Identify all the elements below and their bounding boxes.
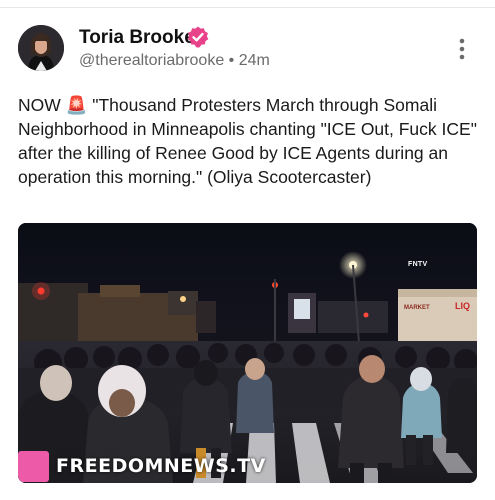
store-sign: MARKET	[404, 305, 430, 311]
author-avatar[interactable]	[18, 25, 64, 71]
liquor-sign: LIQ	[455, 301, 470, 311]
more-vertical-icon[interactable]	[451, 36, 473, 62]
watermark-logo-square	[18, 450, 49, 482]
watermark-bottom: FREEDOMNEWS.TV	[18, 449, 266, 483]
watermark-top: FNTV	[408, 261, 428, 268]
avatar-portrait	[18, 25, 64, 71]
author-handle[interactable]: @therealtoriabrooke	[79, 52, 224, 69]
author-handle-line: @therealtoriabrooke • 24m	[79, 52, 270, 70]
post-time[interactable]: 24m	[239, 52, 270, 69]
post-media-image[interactable]: LIQ MARKET FNTV FREEDOMNEWS.TV	[18, 223, 477, 483]
verified-badge-icon	[187, 26, 209, 48]
author-name[interactable]: Toria Brooke	[79, 27, 195, 49]
watermark-bottom-text: FREEDOMNEWS.TV	[56, 455, 266, 477]
post-card: Toria Brooke @therealtoriabrooke • 24m N…	[0, 0, 495, 500]
post-body-text: NOW 🚨 "Thousand Protesters March through…	[18, 95, 477, 187]
meta-separator: •	[228, 52, 235, 69]
